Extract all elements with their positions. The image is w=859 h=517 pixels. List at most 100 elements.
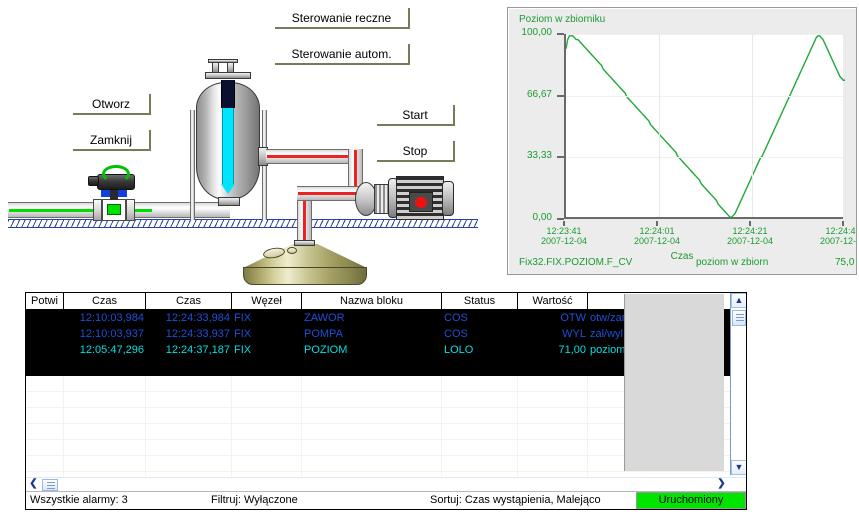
alarm-empty-cell bbox=[64, 456, 146, 471]
button-zamknij[interactable]: Zamknij bbox=[73, 130, 151, 151]
scroll-thumb[interactable] bbox=[732, 310, 746, 326]
alarm-summary-window[interactable]: Potwi Czas Czas Węzeł Nazwa bloku Status Warto… bbox=[25, 292, 747, 510]
alarm-empty-cell bbox=[146, 472, 232, 476]
alarm-empty-cell bbox=[232, 472, 302, 476]
alarm-empty-cell bbox=[518, 472, 588, 476]
alarm-column-header-wezel[interactable]: Węzeł bbox=[232, 293, 302, 309]
alarm-column-header-wartosc[interactable]: Wartość bbox=[518, 293, 588, 309]
button-start[interactable]: Start bbox=[377, 105, 455, 126]
chart-legend-label: poziom w zbiorn bbox=[696, 257, 769, 268]
alarm-empty-cell bbox=[232, 424, 302, 439]
chart-title: Poziom w zbiorniku bbox=[519, 14, 606, 25]
discharge-flow-down bbox=[354, 150, 357, 188]
alarm-column-header-czas1[interactable]: Czas bbox=[64, 293, 146, 309]
alarm-empty-cell bbox=[64, 392, 146, 407]
chart-gridline-vertical bbox=[659, 34, 660, 217]
alarm-column-header-blok[interactable]: Nazwa bloku bbox=[302, 293, 442, 309]
cone-tank-top-flange bbox=[294, 240, 315, 246]
button-otworz[interactable]: Otworz bbox=[73, 94, 151, 115]
alarm-empty-cell bbox=[146, 424, 232, 439]
alarm-empty-cell bbox=[518, 392, 588, 407]
alarm-empty-cell bbox=[26, 376, 64, 391]
alarm-empty-cell bbox=[26, 424, 64, 439]
chart-y-tick-mark bbox=[557, 218, 564, 220]
valve-open-indicator bbox=[107, 204, 121, 215]
alarm-empty-cell bbox=[588, 472, 732, 476]
alarm-empty-cell bbox=[64, 472, 146, 476]
valve-flange-left bbox=[93, 199, 102, 221]
alarm-empty-cell bbox=[518, 456, 588, 471]
alarm-cell-potwi bbox=[26, 342, 64, 358]
chart-tag-name: Fix32.FIX.POZIOM.F_CV bbox=[519, 257, 633, 268]
tank-top-flange bbox=[205, 72, 251, 79]
alarm-empty-cell bbox=[146, 456, 232, 471]
chart-plot-area[interactable] bbox=[564, 34, 846, 219]
alarm-empty-cell bbox=[442, 424, 518, 439]
chart-gridline-horizontal bbox=[566, 157, 843, 159]
hscroll-left-arrow[interactable]: ❮ bbox=[26, 478, 41, 491]
alarm-empty-cell bbox=[64, 408, 146, 423]
alarm-horizontal-scrollbar[interactable]: ❮ ❯ bbox=[26, 477, 746, 491]
tank-level-indicator bbox=[222, 108, 234, 184]
alarm-cell-wezel: FIX bbox=[234, 312, 252, 324]
alarm-column-header-status[interactable]: Status bbox=[442, 293, 518, 309]
chart-y-tick-mark bbox=[557, 33, 564, 35]
alarm-empty-cell bbox=[302, 456, 442, 471]
scroll-down-arrow[interactable]: ▼ bbox=[731, 460, 746, 475]
hscroll-right-arrow[interactable]: ❯ bbox=[714, 478, 729, 491]
chart-y-tick-label: 100,00 bbox=[521, 27, 552, 38]
alarm-empty-cell bbox=[442, 440, 518, 455]
alarm-empty-cell bbox=[26, 408, 64, 423]
alarm-empty-cell bbox=[64, 424, 146, 439]
valve-position-arrow-right bbox=[118, 189, 127, 197]
chart-gridline-horizontal bbox=[566, 95, 843, 97]
alarm-vertical-scrollbar[interactable]: ▲ ▼ bbox=[730, 293, 746, 475]
hscroll-thumb[interactable] bbox=[42, 479, 58, 491]
motor-rear-cap bbox=[442, 181, 454, 216]
chart-y-tick-mark bbox=[557, 94, 564, 97]
alarm-cell-blok: POZIOM bbox=[304, 344, 348, 356]
alarm-empty-cell bbox=[302, 424, 442, 439]
overlapping-grey-panel bbox=[624, 294, 724, 471]
cone-tank-base bbox=[243, 267, 367, 285]
alarm-cell-czas1: 12:10:03,984 bbox=[79, 312, 144, 324]
alarm-run-state-indicator[interactable]: Uruchomiony bbox=[636, 492, 746, 509]
status-total-alarms: Wszystkie alarmy: 3 bbox=[30, 494, 128, 506]
alarm-cell-wartosc: OTW bbox=[560, 312, 586, 324]
alarm-cell-blok: ZAWOR bbox=[304, 312, 345, 324]
trend-line-svg bbox=[566, 35, 845, 218]
valve-stem bbox=[110, 190, 118, 200]
status-sort: Sortuj: Czas wystąpienia, Malejąco bbox=[430, 494, 601, 506]
alarm-cell-wartosc: WYL bbox=[562, 328, 586, 340]
alarm-empty-cell bbox=[26, 472, 64, 476]
tank-support-left bbox=[190, 110, 195, 220]
button-stop[interactable]: Stop bbox=[377, 141, 455, 162]
chart-current-value: 75,0 bbox=[835, 257, 855, 268]
alarm-empty-cell bbox=[518, 424, 588, 439]
alarm-empty-cell bbox=[26, 392, 64, 407]
alarm-column-header-potwi[interactable]: Potwi bbox=[26, 293, 64, 309]
alarm-empty-cell bbox=[232, 392, 302, 407]
alarm-empty-cell bbox=[232, 440, 302, 455]
scada-hmi-screen: Sterowanie reczne Sterowanie autom. Otwo… bbox=[0, 0, 859, 517]
button-sterowanie-autom[interactable]: Sterowanie autom. bbox=[275, 44, 410, 65]
alarm-cell-wezel: FIX bbox=[234, 344, 252, 356]
trend-chart-panel[interactable]: Poziom w zbiorniku Czas Fix32.FIX.POZIOM… bbox=[507, 7, 857, 275]
tank-nozzle-cap bbox=[208, 59, 238, 63]
discharge-flow-upper bbox=[267, 155, 355, 158]
alarm-empty-row[interactable] bbox=[26, 472, 746, 476]
tank-neck bbox=[221, 80, 235, 108]
scroll-up-arrow[interactable]: ▲ bbox=[731, 293, 746, 308]
alarm-empty-cell bbox=[442, 408, 518, 423]
alarm-cell-czas2: 12:24:33,984 bbox=[165, 312, 230, 324]
chart-gridline-horizontal bbox=[566, 34, 843, 35]
ground-rail bbox=[8, 219, 478, 228]
alarm-cell-czas2: 12:24:37,187 bbox=[165, 344, 230, 356]
alarm-empty-cell bbox=[302, 392, 442, 407]
chart-y-tick-mark bbox=[557, 156, 564, 159]
alarm-empty-cell bbox=[442, 456, 518, 471]
alarm-column-header-czas2[interactable]: Czas bbox=[146, 293, 232, 309]
button-sterowanie-reczne[interactable]: Sterowanie reczne bbox=[275, 8, 410, 29]
alarm-cell-czas1: 12:05:47,296 bbox=[79, 344, 144, 356]
alarm-empty-cell bbox=[146, 408, 232, 423]
